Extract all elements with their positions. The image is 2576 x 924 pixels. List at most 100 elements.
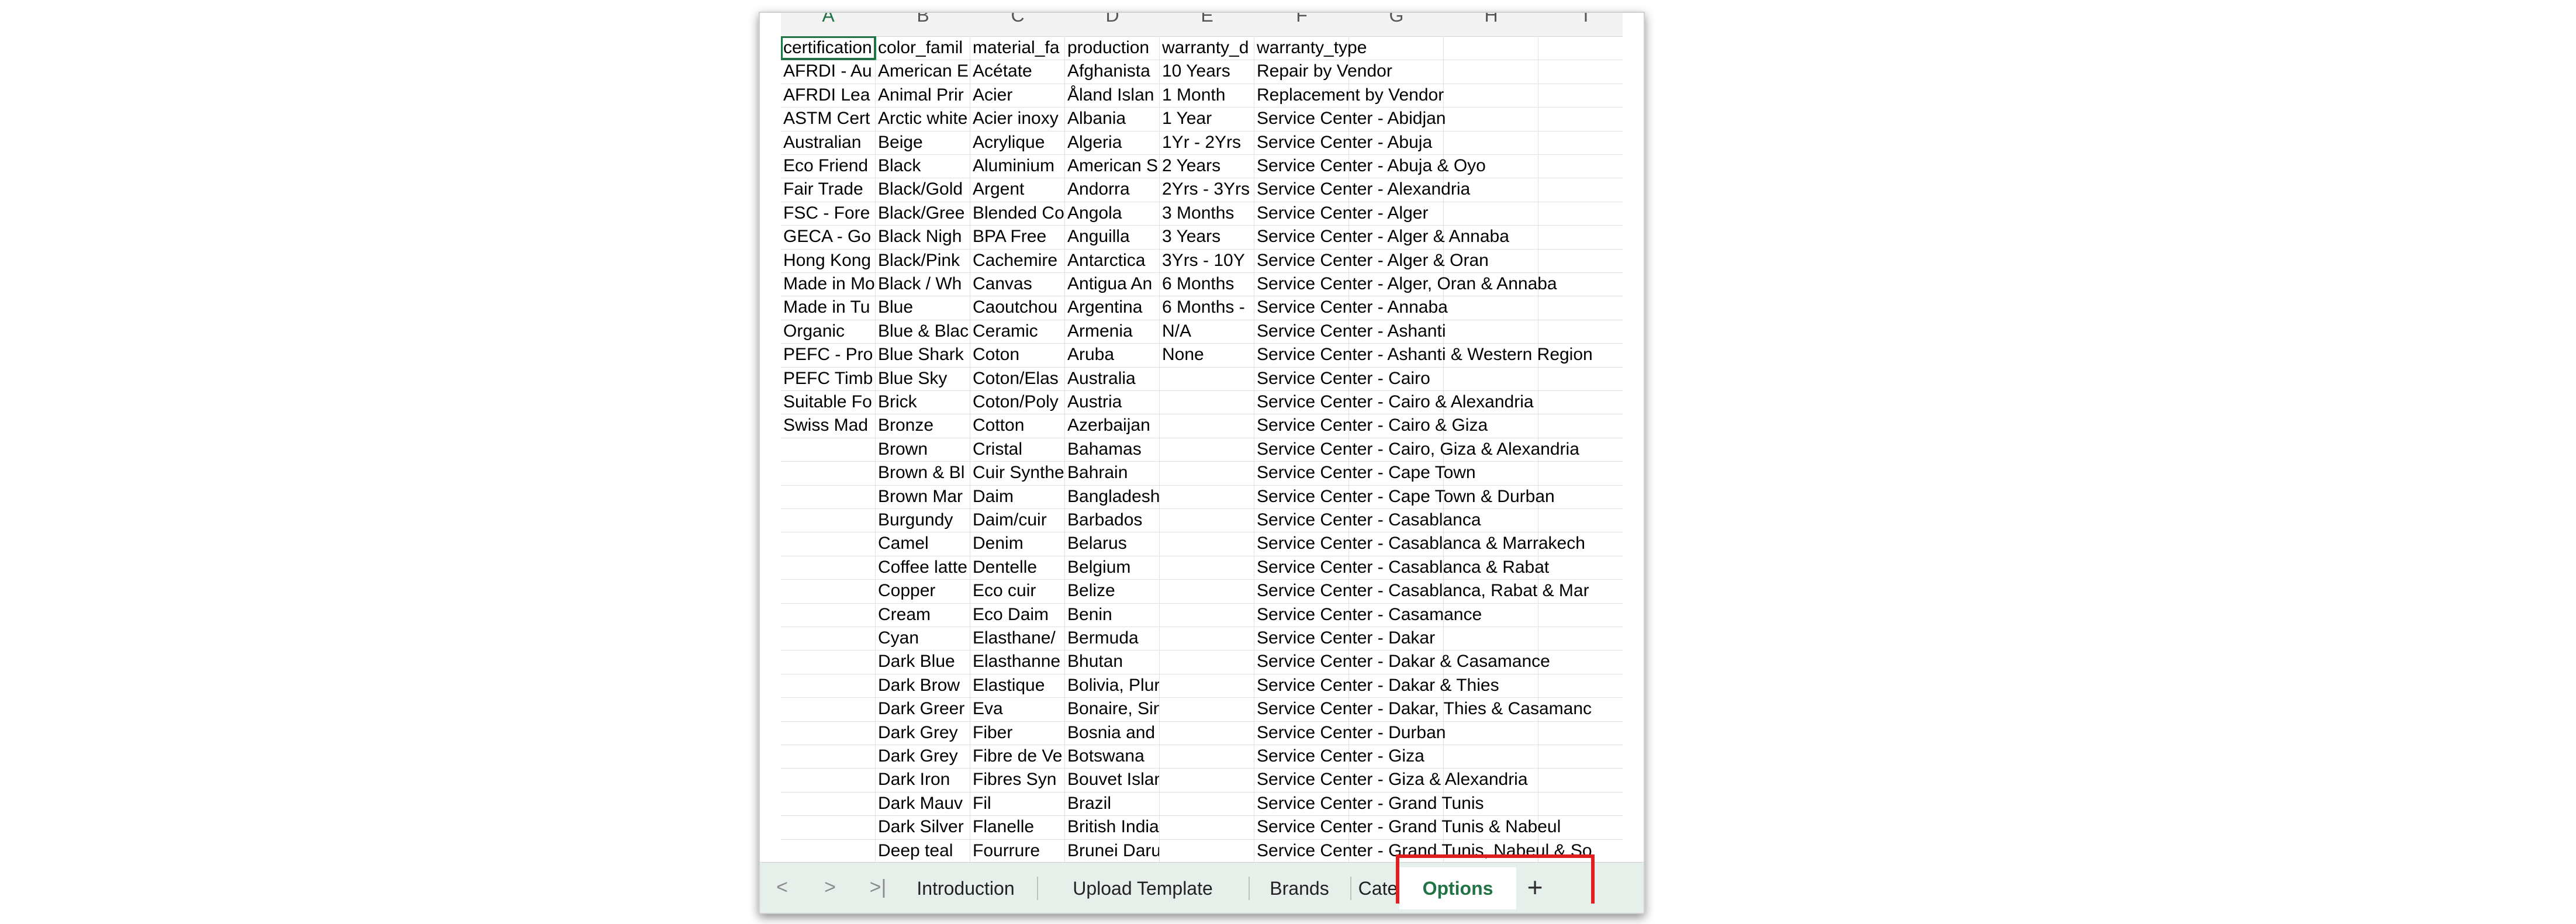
cell-c13[interactable]: Ceramic bbox=[970, 319, 1065, 343]
cell-b27[interactable]: Dark Blue bbox=[876, 650, 970, 674]
cell-b24[interactable]: Copper bbox=[876, 579, 970, 603]
cell-c14[interactable]: Coton bbox=[970, 343, 1065, 367]
cell-c30[interactable]: Fiber bbox=[970, 721, 1065, 745]
cell-a4[interactable]: ASTM Cert bbox=[781, 107, 876, 131]
cell-d20[interactable]: Bangladesh bbox=[1065, 485, 1160, 508]
cell-f28[interactable]: Service Center - Dakar & Thies bbox=[1254, 674, 1623, 697]
cell-c20[interactable]: Daim bbox=[970, 485, 1065, 508]
cell-a6[interactable]: Eco Friend bbox=[781, 154, 876, 178]
cell-a21[interactable] bbox=[781, 508, 876, 532]
column-header-g[interactable]: G bbox=[1349, 13, 1444, 26]
cell-e28[interactable] bbox=[1160, 673, 1254, 697]
cell-b34[interactable]: Dark Silver bbox=[876, 815, 970, 839]
cell-f2[interactable]: Repair by Vendor bbox=[1254, 60, 1623, 83]
column-header-h[interactable]: H bbox=[1444, 13, 1538, 26]
cell-d8[interactable]: Angola bbox=[1065, 201, 1160, 225]
cell-d19[interactable]: Bahrain bbox=[1065, 461, 1160, 485]
cell-c31[interactable]: Fibre de Ve bbox=[970, 745, 1065, 768]
cell-b33[interactable]: Dark Mauv bbox=[876, 791, 970, 815]
cell-f23[interactable]: Service Center - Casablanca & Rabat bbox=[1254, 556, 1623, 579]
cell-b5[interactable]: Beige bbox=[876, 130, 970, 154]
cell-d32[interactable]: Bouvet Island bbox=[1065, 768, 1160, 792]
cell-d26[interactable]: Bermuda bbox=[1065, 627, 1160, 650]
cell-a28[interactable] bbox=[781, 673, 876, 697]
cell-c4[interactable]: Acier inoxy bbox=[970, 107, 1065, 131]
cell-b17[interactable]: Bronze bbox=[876, 414, 970, 438]
cell-c23[interactable]: Dentelle bbox=[970, 555, 1065, 579]
cell-d7[interactable]: Andorra bbox=[1065, 178, 1160, 202]
cell-e21[interactable] bbox=[1160, 508, 1254, 532]
tab-introduction[interactable]: Introduction bbox=[895, 867, 1036, 909]
cell-c10[interactable]: Cachemire bbox=[970, 248, 1065, 272]
cell-e26[interactable] bbox=[1160, 627, 1254, 650]
cell-a17[interactable]: Swiss Mad bbox=[781, 414, 876, 438]
cell-e10[interactable]: 3Yrs - 10Y bbox=[1160, 248, 1254, 272]
cell-a15[interactable]: PEFC Timb bbox=[781, 366, 876, 390]
cell-c25[interactable]: Eco Daim bbox=[970, 603, 1065, 627]
cell-a22[interactable] bbox=[781, 532, 876, 556]
cell-e30[interactable] bbox=[1160, 721, 1254, 745]
cell-c29[interactable]: Eva bbox=[970, 697, 1065, 721]
cell-e31[interactable] bbox=[1160, 745, 1254, 768]
cell-e11[interactable]: 6 Months bbox=[1160, 272, 1254, 296]
cell-d28[interactable]: Bolivia, Plurinational S bbox=[1065, 673, 1160, 697]
cell-c24[interactable]: Eco cuir bbox=[970, 579, 1065, 603]
cell-b11[interactable]: Black / Wh bbox=[876, 272, 970, 296]
cell-c12[interactable]: Caoutchou bbox=[970, 296, 1065, 320]
cell-c6[interactable]: Aluminium bbox=[970, 154, 1065, 178]
cell-d5[interactable]: Algeria bbox=[1065, 130, 1160, 154]
cell-c22[interactable]: Denim bbox=[970, 532, 1065, 556]
cell-e23[interactable] bbox=[1160, 555, 1254, 579]
cell-f20[interactable]: Service Center - Cape Town & Durban bbox=[1254, 485, 1623, 508]
cell-b7[interactable]: Black/Gold bbox=[876, 178, 970, 202]
cell-b25[interactable]: Cream bbox=[876, 603, 970, 627]
cell-d35[interactable]: Brunei Darussalam bbox=[1065, 839, 1160, 862]
column-header-f[interactable]: F bbox=[1254, 13, 1349, 26]
cell-a5[interactable]: Australian bbox=[781, 130, 876, 154]
cell-e17[interactable] bbox=[1160, 414, 1254, 438]
cell-e12[interactable]: 6 Months - bbox=[1160, 296, 1254, 320]
cell-d12[interactable]: Argentina bbox=[1065, 296, 1160, 320]
cell-d18[interactable]: Bahamas bbox=[1065, 437, 1160, 461]
cell-b6[interactable]: Black bbox=[876, 154, 970, 178]
cell-e18[interactable] bbox=[1160, 437, 1254, 461]
cell-f18[interactable]: Service Center - Cairo, Giza & Alexandri… bbox=[1254, 438, 1623, 461]
cell-e29[interactable] bbox=[1160, 697, 1254, 721]
cell-b22[interactable]: Camel bbox=[876, 532, 970, 556]
cell-d10[interactable]: Antarctica bbox=[1065, 248, 1160, 272]
cell-b35[interactable]: Deep teal bbox=[876, 839, 970, 862]
cell-f12[interactable]: Service Center - Annaba bbox=[1254, 296, 1623, 319]
cell-a12[interactable]: Made in Tu bbox=[781, 296, 876, 320]
cell-e33[interactable] bbox=[1160, 791, 1254, 815]
cell-c33[interactable]: Fil bbox=[970, 791, 1065, 815]
cell-b9[interactable]: Black Nigh bbox=[876, 225, 970, 249]
cell-f31[interactable]: Service Center - Giza bbox=[1254, 745, 1623, 768]
cell-e19[interactable] bbox=[1160, 461, 1254, 485]
cell-c11[interactable]: Canvas bbox=[970, 272, 1065, 296]
cell-f29[interactable]: Service Center - Dakar, Thies & Casamanc bbox=[1254, 697, 1623, 721]
scroll-tabs-right-icon[interactable]: > bbox=[818, 871, 842, 904]
cell-a25[interactable] bbox=[781, 603, 876, 627]
cell-f30[interactable]: Service Center - Durban bbox=[1254, 721, 1623, 745]
cell-b21[interactable]: Burgundy bbox=[876, 508, 970, 532]
cell-f33[interactable]: Service Center - Grand Tunis bbox=[1254, 792, 1623, 815]
cell-e9[interactable]: 3 Years bbox=[1160, 225, 1254, 249]
cell-e24[interactable] bbox=[1160, 579, 1254, 603]
cell-f32[interactable]: Service Center - Giza & Alexandria bbox=[1254, 768, 1623, 791]
cell-e22[interactable] bbox=[1160, 532, 1254, 556]
cell-b1[interactable]: color_famil bbox=[876, 36, 970, 60]
cell-d29[interactable]: Bonaire, Sint Eustatius bbox=[1065, 697, 1160, 721]
cell-d16[interactable]: Austria bbox=[1065, 390, 1160, 414]
cell-e2[interactable]: 10 Years bbox=[1160, 60, 1254, 84]
cell-d13[interactable]: Armenia bbox=[1065, 319, 1160, 343]
cell-e15[interactable] bbox=[1160, 366, 1254, 390]
cell-f17[interactable]: Service Center - Cairo & Giza bbox=[1254, 414, 1623, 437]
cell-b12[interactable]: Blue bbox=[876, 296, 970, 320]
cell-b26[interactable]: Cyan bbox=[876, 627, 970, 650]
cell-c2[interactable]: Acétate bbox=[970, 60, 1065, 84]
cell-d4[interactable]: Albania bbox=[1065, 107, 1160, 131]
cell-c27[interactable]: Elasthanne bbox=[970, 650, 1065, 674]
cell-b13[interactable]: Blue & Blac bbox=[876, 319, 970, 343]
cell-d22[interactable]: Belarus bbox=[1065, 532, 1160, 556]
cell-e3[interactable]: 1 Month bbox=[1160, 83, 1254, 107]
